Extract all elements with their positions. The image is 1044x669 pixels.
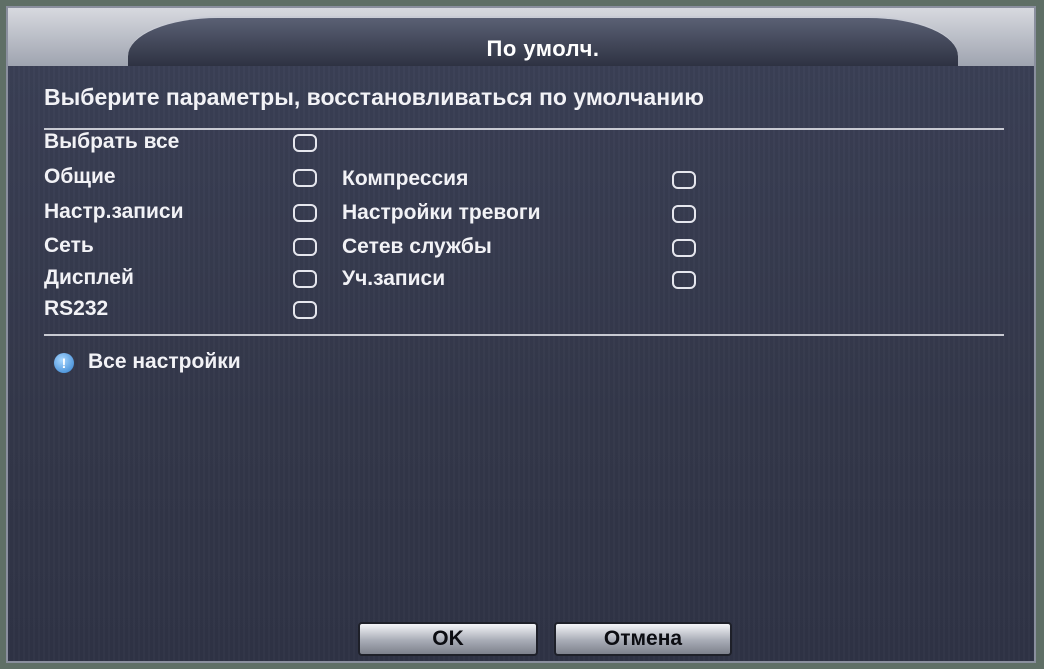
dialog-title: По умолч. (486, 36, 600, 61)
dialog-subtitle: Выберите параметры, восстановливаться по… (44, 84, 704, 110)
record-settings-checkbox[interactable] (293, 204, 317, 222)
cancel-button[interactable]: Отмена (554, 622, 732, 656)
compression-label: Компрессия (342, 167, 469, 190)
title-bar: По умолч. (8, 8, 1034, 68)
select-all-label: Выбрать все (44, 130, 180, 153)
dialog-body: Выберите параметры, восстановливаться по… (8, 66, 1034, 661)
network-label: Сеть (44, 234, 94, 257)
general-label: Общие (44, 165, 116, 188)
ok-button[interactable]: OK (358, 622, 538, 656)
select-all-checkbox[interactable] (293, 134, 317, 152)
accounts-label: Уч.записи (342, 267, 446, 290)
default-settings-dialog: По умолч. Выберите параметры, восстановл… (6, 6, 1036, 663)
net-services-checkbox[interactable] (672, 239, 696, 257)
compression-checkbox[interactable] (672, 171, 696, 189)
title-tab: По умолч. (128, 16, 958, 68)
net-services-label: Сетев службы (342, 235, 492, 258)
info-text: Все настройки (88, 350, 241, 373)
rs232-label: RS232 (44, 297, 109, 320)
network-checkbox[interactable] (293, 238, 317, 256)
top-divider (44, 128, 1004, 130)
bottom-divider (44, 334, 1004, 336)
alarm-settings-label: Настройки тревоги (342, 201, 541, 224)
alarm-settings-checkbox[interactable] (672, 205, 696, 223)
record-settings-label: Настр.записи (44, 200, 184, 223)
rs232-checkbox[interactable] (293, 301, 317, 319)
accounts-checkbox[interactable] (672, 271, 696, 289)
display-label: Дисплей (44, 266, 134, 289)
display-checkbox[interactable] (293, 270, 317, 288)
general-checkbox[interactable] (293, 169, 317, 187)
info-icon: ! (54, 353, 74, 373)
